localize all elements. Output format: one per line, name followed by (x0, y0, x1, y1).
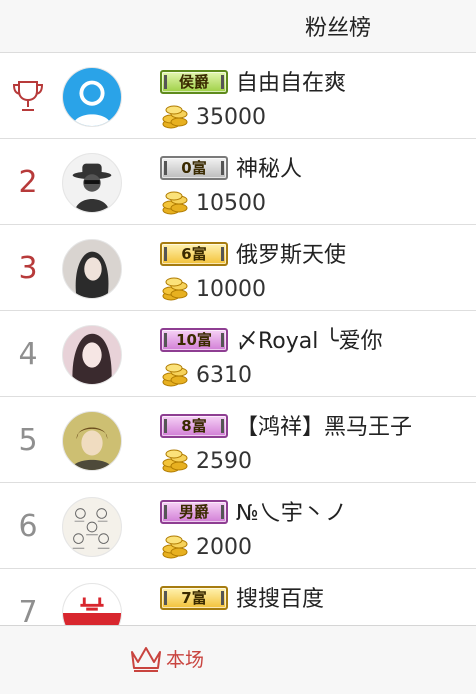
coin-count: 2590 (196, 449, 252, 474)
avatar[interactable] (62, 497, 122, 557)
level-badge: 0富 (160, 156, 228, 180)
level-badge: 8富 (160, 414, 228, 438)
avatar[interactable] (62, 239, 122, 299)
avatar[interactable] (62, 67, 122, 127)
tab-current-session[interactable]: 本场 (128, 640, 204, 676)
user-name[interactable]: №乀宇丶ノ (236, 495, 347, 527)
user-name[interactable]: 俄罗斯天使 (236, 237, 346, 269)
list-item[interactable]: 7 7富 搜搜百度 (0, 569, 476, 625)
crown-icon (131, 647, 161, 672)
list-item[interactable]: 3 6富 俄罗斯天使 10000 (0, 225, 476, 311)
rank-cell (0, 53, 56, 139)
list-item[interactable]: 5 8富 【鸿祥】黑马王子 2590 (0, 397, 476, 483)
level-badge: 男爵 (160, 500, 228, 524)
coin-stack-icon (162, 363, 188, 387)
user-name[interactable]: 【鸿祥】黑马王子 (236, 409, 412, 441)
user-photo-icon (63, 326, 121, 384)
coin-stack-icon (162, 449, 188, 473)
user-photo-icon (63, 240, 121, 298)
rank-number: 5 (18, 422, 38, 458)
rank-number: 6 (18, 508, 38, 544)
user-name[interactable]: 〆Royal ╰爱你 (236, 323, 383, 355)
rank-number: 2 (18, 164, 38, 200)
coin-count: 2000 (196, 535, 252, 560)
user-photo-icon (63, 412, 121, 470)
user-name[interactable]: 自由自在爽 (236, 65, 346, 97)
logo-avatar-icon (63, 584, 121, 625)
user-name[interactable]: 搜搜百度 (236, 581, 324, 613)
coin-stack-icon (162, 535, 188, 559)
mystery-man-avatar-icon (63, 154, 121, 212)
coin-count: 10000 (196, 277, 266, 302)
coin-count: 10500 (196, 191, 266, 216)
coin-stack-icon (162, 105, 188, 129)
tab-label: 本场 (166, 648, 205, 671)
coin-count: 35000 (196, 105, 266, 130)
rank-number: 7 (18, 594, 38, 626)
avatar[interactable] (62, 411, 122, 471)
avatar[interactable] (62, 325, 122, 385)
fan-ranking-list[interactable]: 侯爵 自由自在爽 35000 2 0富 神秘人 10500 3 6富 俄罗斯天使… (0, 53, 476, 625)
level-badge: 7富 (160, 586, 228, 610)
list-item[interactable]: 6 男爵 №乀宇丶ノ 2000 (0, 483, 476, 569)
list-item[interactable]: 2 0富 神秘人 10500 (0, 139, 476, 225)
list-item[interactable]: 4 10富 〆Royal ╰爱你 6310 (0, 311, 476, 397)
rank-number: 4 (18, 336, 38, 372)
trophy-icon (12, 81, 44, 111)
sketch-pattern-avatar-icon (63, 498, 121, 556)
level-badge: 侯爵 (160, 70, 228, 94)
coin-stack-icon (162, 191, 188, 215)
rank-number: 3 (18, 250, 38, 286)
page-title: 粉丝榜 (304, 16, 371, 41)
coin-stack-icon (162, 277, 188, 301)
top-bar: 粉丝榜 (0, 0, 476, 53)
avatar[interactable] (62, 153, 122, 213)
bottom-tab-bar: 本场 (0, 625, 476, 694)
level-badge: 10富 (160, 328, 228, 352)
coin-count: 6310 (196, 363, 252, 388)
default-avatar-icon (63, 68, 121, 126)
avatar[interactable] (62, 583, 122, 625)
list-item[interactable]: 侯爵 自由自在爽 35000 (0, 53, 476, 139)
user-name[interactable]: 神秘人 (236, 151, 302, 183)
level-badge: 6富 (160, 242, 228, 266)
